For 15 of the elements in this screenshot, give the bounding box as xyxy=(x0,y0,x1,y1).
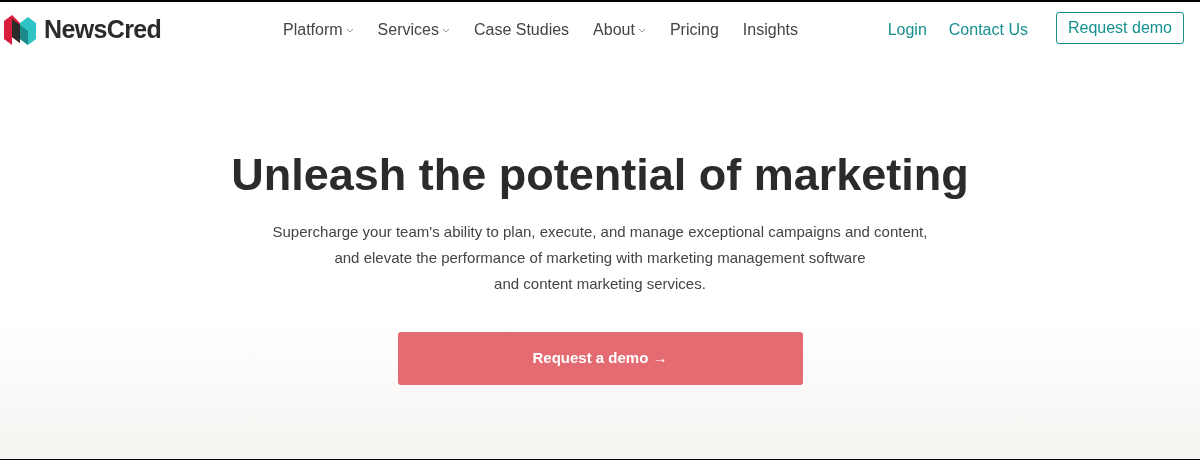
hero-description-line: Supercharge your team's ability to plan, execute, and manage exceptional campaigns and content, xyxy=(272,222,928,242)
logo-icon xyxy=(4,15,36,45)
header-link[interactable]: Contact Us xyxy=(948,18,1028,42)
hero-description-line: and elevate the performance of marketing with marketing management software xyxy=(334,248,866,268)
brand-name[interactable]: NewsCred xyxy=(44,11,162,49)
nav-link[interactable]: Case Studies xyxy=(468,18,575,42)
request-demo-button[interactable]: Request demo xyxy=(1055,12,1184,44)
nav-link[interactable]: Platform xyxy=(278,18,359,42)
nav-link[interactable]: Services xyxy=(372,18,455,42)
hero-title: Unleash the potential of marketing xyxy=(231,152,969,197)
header-link[interactable]: Login xyxy=(887,18,927,42)
hero-description-line: and content marketing services. xyxy=(494,274,706,294)
nav-link[interactable]: About xyxy=(588,18,651,42)
nav-link[interactable]: Pricing xyxy=(664,18,724,42)
nav-link[interactable]: Insights xyxy=(737,18,803,42)
